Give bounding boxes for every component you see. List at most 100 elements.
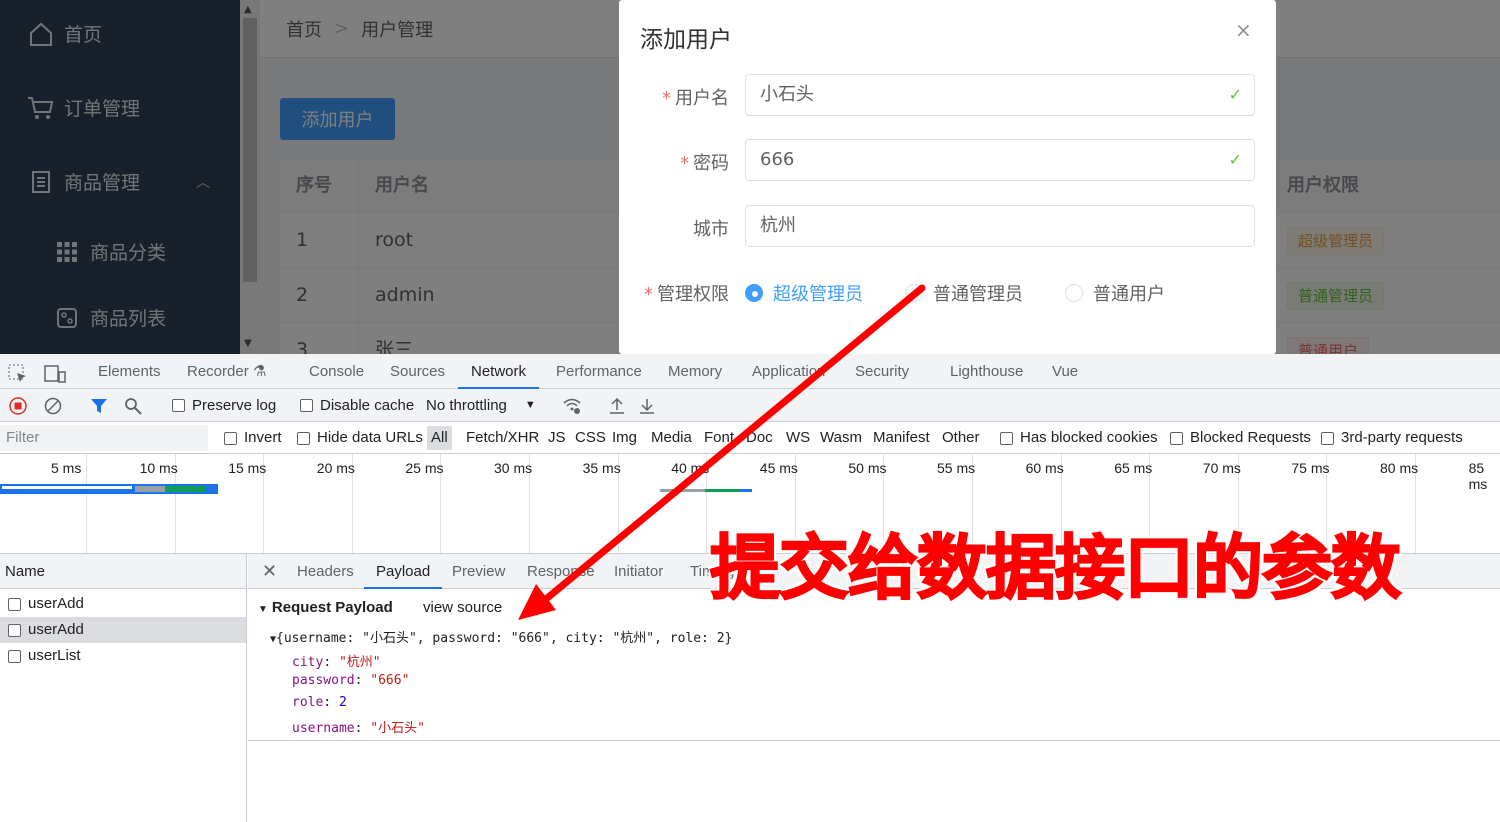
username-field[interactable]: 小石头 ✓	[745, 74, 1255, 116]
request-row[interactable]: userList	[0, 643, 246, 669]
tab-console[interactable]: Console	[309, 354, 364, 389]
timeline-tick-label: 50 ms	[848, 460, 887, 476]
checkbox-box	[8, 649, 21, 663]
annotation-caption: 提交给数据接口的参数	[709, 526, 1402, 610]
filter-type-manifest[interactable]: Manifest	[873, 422, 930, 454]
record-icon[interactable]	[9, 389, 27, 422]
import-har-icon[interactable]	[608, 389, 626, 422]
filter-type-all[interactable]: All	[427, 426, 452, 450]
filter-type-doc[interactable]: Doc	[746, 422, 773, 454]
payload-title: Request Payload	[271, 599, 393, 616]
inspect-element-icon[interactable]	[8, 362, 28, 382]
payload-field: username: "小石头"	[292, 721, 425, 736]
tab-performance[interactable]: Performance	[556, 354, 642, 389]
request-row[interactable]: userAdd	[0, 617, 246, 643]
filter-type-css[interactable]: CSS	[575, 422, 606, 454]
payload-field: role: 2	[292, 695, 347, 710]
export-har-icon[interactable]	[638, 389, 656, 422]
required-mark: *	[662, 88, 671, 109]
dropdown-arrow-icon: ▼	[524, 399, 536, 411]
tab-initiator[interactable]: Initiator	[614, 554, 663, 589]
filter-type-fetch[interactable]: Fetch/XHR	[466, 422, 539, 454]
tab-headers[interactable]: Headers	[297, 554, 354, 589]
filter-type-ws[interactable]: WS	[786, 422, 810, 454]
tab-response[interactable]: Response	[527, 554, 595, 589]
payload-field: city: "杭州"	[292, 655, 381, 670]
valid-check-icon: ✓	[1228, 150, 1242, 169]
tab-sources[interactable]: Sources	[390, 354, 445, 389]
close-icon[interactable]: ×	[1235, 18, 1252, 42]
search-icon[interactable]	[124, 389, 142, 422]
tab-security[interactable]: Security	[855, 354, 909, 389]
filter-icon[interactable]	[90, 389, 108, 422]
view-source-link[interactable]: view source	[423, 599, 502, 616]
checkbox-box	[297, 431, 310, 445]
disable-cache-checkbox[interactable]: Disable cache	[300, 389, 414, 422]
timeline-tick-label: 35 ms	[582, 460, 621, 476]
tab-memory[interactable]: Memory	[668, 354, 722, 389]
third-party-checkbox[interactable]: 3rd-party requests	[1321, 422, 1463, 454]
hide-data-urls-checkbox[interactable]: Hide data URLs	[297, 422, 423, 454]
role-label: * 管理权限	[619, 280, 729, 306]
city-label: 城市	[693, 219, 729, 240]
blocked-cookies-checkbox[interactable]: Has blocked cookies	[1000, 422, 1158, 454]
checkbox-label: Preserve log	[192, 397, 277, 414]
tab-elements[interactable]: Elements	[98, 354, 161, 389]
timeline-tick-label: 60 ms	[1025, 460, 1064, 476]
password-field[interactable]: 666 ✓	[745, 139, 1255, 181]
filter-type-media[interactable]: Media	[651, 422, 692, 454]
invert-checkbox[interactable]: Invert	[224, 422, 282, 454]
valid-check-icon: ✓	[1228, 85, 1242, 104]
preserve-log-checkbox[interactable]: Preserve log	[172, 389, 276, 422]
timeline-tick-label: 80 ms	[1380, 460, 1419, 476]
username-label: * 用户名	[619, 84, 729, 110]
tab-network[interactable]: Network	[458, 354, 540, 389]
payload-summary[interactable]: ▼{username: "小石头", password: "666", city…	[270, 627, 732, 646]
checkbox-label: Invert	[244, 429, 282, 446]
tab-lighthouse[interactable]: Lighthouse	[950, 354, 1023, 389]
tab-vue[interactable]: Vue	[1052, 354, 1078, 389]
payload-field: password: "666"	[292, 673, 410, 688]
payload-section[interactable]: ▼ Request Payload	[258, 599, 393, 616]
checkbox-label: Has blocked cookies	[1020, 429, 1158, 446]
device-toolbar-icon[interactable]	[44, 362, 66, 383]
clear-icon[interactable]	[44, 389, 62, 422]
field-value: "666"	[370, 673, 410, 688]
expand-triangle-icon: ▼	[258, 604, 268, 615]
timeline-tick-label: 65 ms	[1114, 460, 1153, 476]
timeline-bar-waiting	[135, 486, 165, 492]
radio-dot	[1065, 284, 1083, 302]
network-conditions-icon[interactable]	[562, 389, 582, 422]
web-app: 首页 订单管理 商品管理 ︿ 商品分类 商品列表 ▲ ▼	[0, 0, 1500, 354]
tab-payload[interactable]: Payload	[364, 554, 443, 589]
request-row[interactable]: userAdd	[0, 591, 246, 617]
radio-super-admin[interactable]: 超级管理员	[745, 280, 863, 306]
filter-type-other[interactable]: Other	[942, 422, 980, 454]
filter-type-font[interactable]: Font	[704, 422, 734, 454]
filter-type-js[interactable]: JS	[548, 422, 566, 454]
request-list: Name userAdd userAdd userList	[0, 554, 247, 822]
tab-preview[interactable]: Preview	[452, 554, 505, 589]
close-icon[interactable]: ✕	[262, 554, 277, 589]
filter-type-wasm[interactable]: Wasm	[820, 422, 862, 454]
city-value: 杭州	[760, 215, 796, 236]
required-mark: *	[644, 284, 653, 305]
radio-normal-user[interactable]: 普通用户	[1065, 280, 1165, 306]
checkbox-label: Hide data URLs	[317, 429, 423, 446]
checkbox-box	[1170, 431, 1183, 445]
radio-label: 普通管理员	[933, 284, 1023, 305]
timeline-bar-gap	[2, 486, 132, 489]
timeline-tick-label: 85 ms	[1468, 460, 1488, 492]
radio-normal-admin[interactable]: 普通管理员	[905, 280, 1023, 306]
city-field[interactable]: 杭州	[745, 205, 1255, 247]
filter-type-img[interactable]: Img	[612, 422, 637, 454]
name-column-header[interactable]: Name	[0, 554, 246, 589]
password-label: * 密码	[619, 149, 729, 175]
tab-application[interactable]: Application	[752, 354, 825, 389]
field-value: 2	[338, 695, 347, 710]
tab-recorder[interactable]: Recorder	[187, 354, 249, 389]
filter-input[interactable]: Filter	[0, 425, 208, 451]
throttling-select[interactable]: No throttling ▼	[426, 389, 536, 422]
blocked-requests-checkbox[interactable]: Blocked Requests	[1170, 422, 1311, 454]
checkbox-box	[1000, 431, 1013, 445]
